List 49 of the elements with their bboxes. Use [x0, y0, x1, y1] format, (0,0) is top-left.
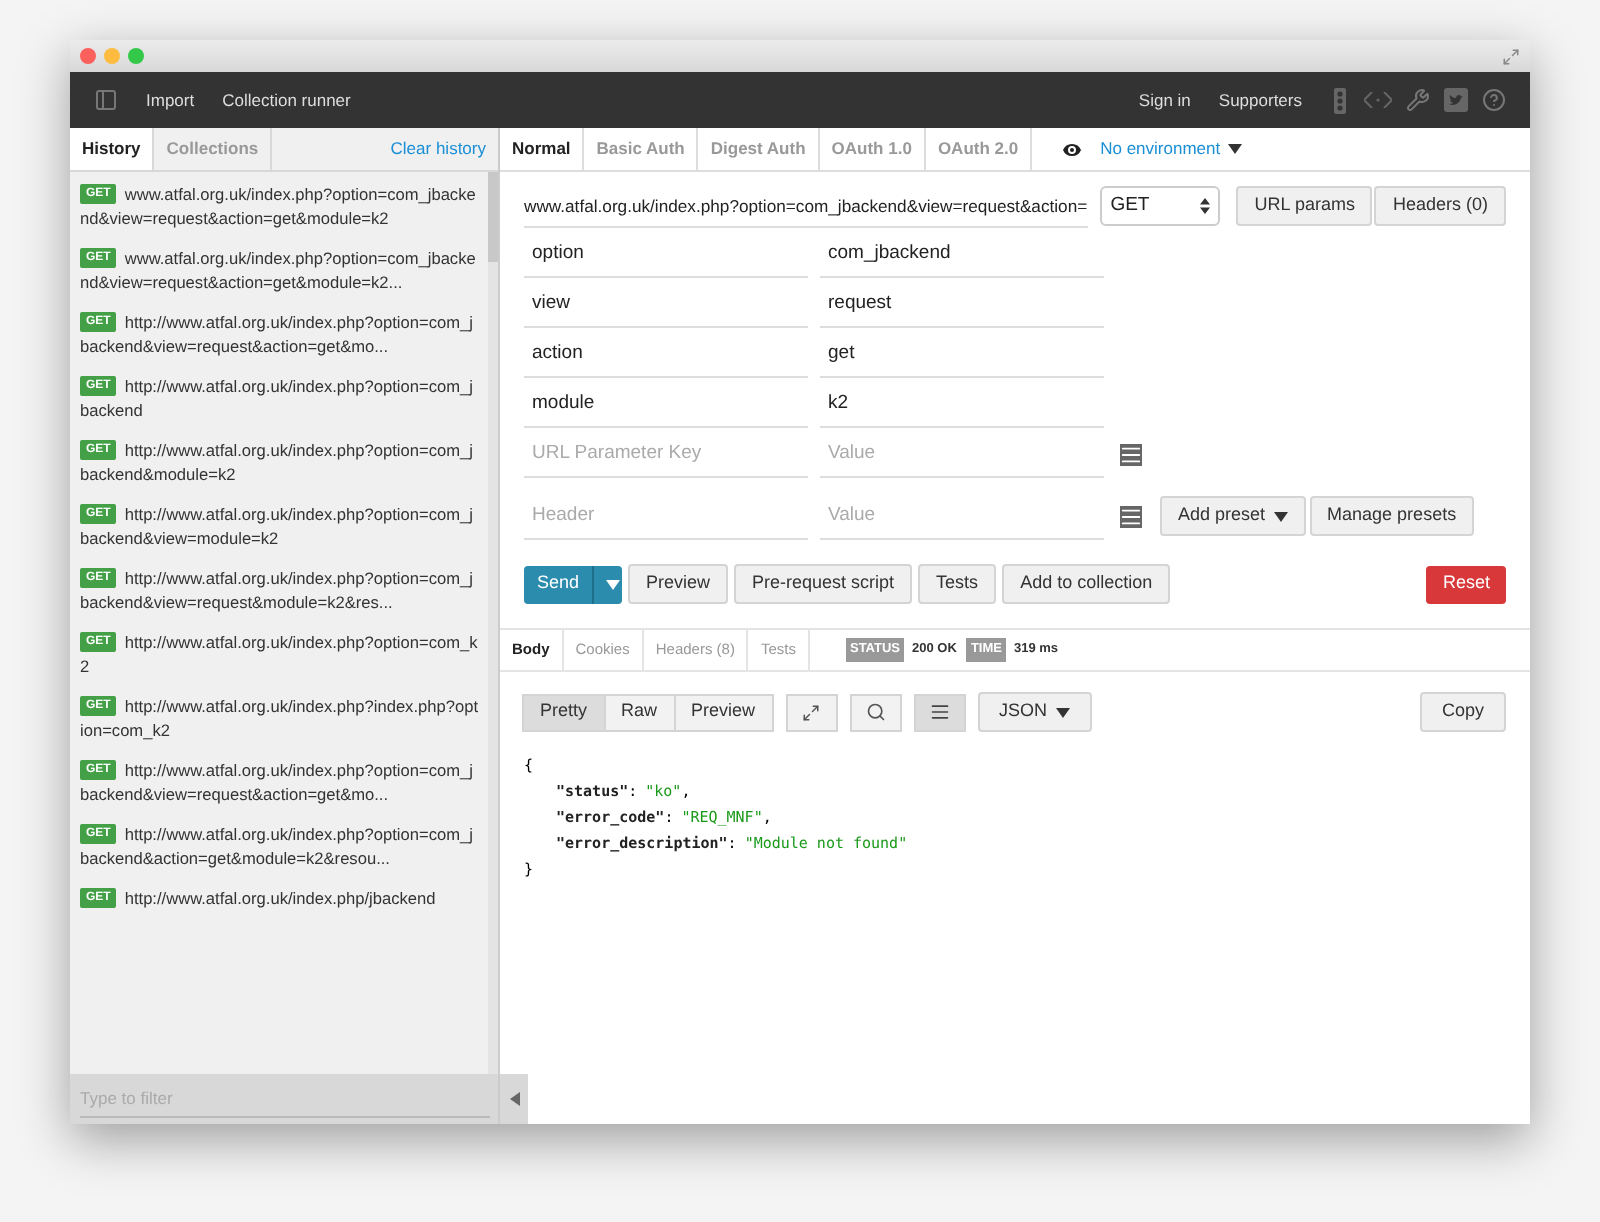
scrollbar[interactable]	[488, 172, 498, 1074]
wrap-lines-icon	[929, 702, 950, 722]
toolbar-link[interactable]: Supporters	[1218, 87, 1302, 113]
sidebar-tab[interactable]: History	[70, 128, 155, 170]
collapse-handle[interactable]	[500, 1074, 528, 1124]
search-icon	[865, 702, 886, 722]
code-icon[interactable]	[1364, 92, 1392, 108]
send-menu-button[interactable]	[592, 565, 622, 603]
caret-icon	[1273, 511, 1288, 521]
caret-icon	[605, 579, 619, 589]
close-button[interactable]	[80, 48, 96, 64]
expand-icon	[802, 703, 821, 721]
send-button[interactable]: Send	[524, 565, 592, 603]
url-params-button[interactable]: URL params	[1236, 186, 1373, 226]
request-action-button[interactable]: Tests	[918, 564, 997, 604]
manage-presets-button[interactable]: Manage presets	[1309, 496, 1475, 536]
wrench-icon[interactable]	[1406, 88, 1430, 112]
headers-button[interactable]: Headers (0)	[1374, 186, 1506, 226]
toolbar-link[interactable]: Sign in	[1138, 87, 1191, 113]
request-action-button[interactable]: Add to collection	[1002, 564, 1171, 604]
view-mode-tab[interactable]: Preview	[673, 693, 774, 731]
zoom-button[interactable]	[128, 48, 144, 64]
format-dropdown[interactable]: JSON	[977, 692, 1092, 732]
traffic-light-icon[interactable]	[1330, 87, 1350, 113]
caret-icon	[1228, 144, 1243, 154]
caret-icon	[1055, 707, 1070, 717]
toolbar-link[interactable]: Import	[146, 87, 195, 113]
help-icon[interactable]	[1482, 88, 1506, 112]
fullscreen-icon[interactable]	[1502, 47, 1520, 65]
collapse-icon	[509, 1092, 519, 1106]
add-preset-button[interactable]: Add preset	[1160, 496, 1306, 536]
search-button[interactable]	[849, 693, 902, 731]
view-mode-tab[interactable]: Raw	[603, 693, 676, 731]
bird-icon[interactable]	[1444, 88, 1468, 112]
copy-button[interactable]: Copy	[1419, 692, 1506, 732]
expand-button[interactable]	[785, 693, 838, 731]
toolbar-link[interactable]: Collection runner	[222, 87, 351, 113]
bulk-edit-icon[interactable]	[1120, 505, 1142, 527]
url-field[interactable]: www.atfal.org.uk/index.php?option=com_jbackend&view=request&action=	[524, 184, 1089, 228]
request-action-button[interactable]: Pre-request script	[734, 564, 913, 604]
wrap-button[interactable]	[913, 693, 966, 731]
method-select[interactable]: GET	[1100, 186, 1221, 226]
environment-dropdown[interactable]: No environment	[1100, 128, 1243, 170]
bulk-edit-icon[interactable]	[1120, 443, 1142, 465]
stepper-icon	[1200, 198, 1211, 214]
sidebar-toggle-icon[interactable]	[94, 88, 118, 112]
view-mode-tab[interactable]: Pretty	[522, 693, 606, 731]
request-action-button[interactable]: Preview	[628, 564, 729, 604]
reset-button[interactable]: Reset	[1426, 565, 1506, 603]
